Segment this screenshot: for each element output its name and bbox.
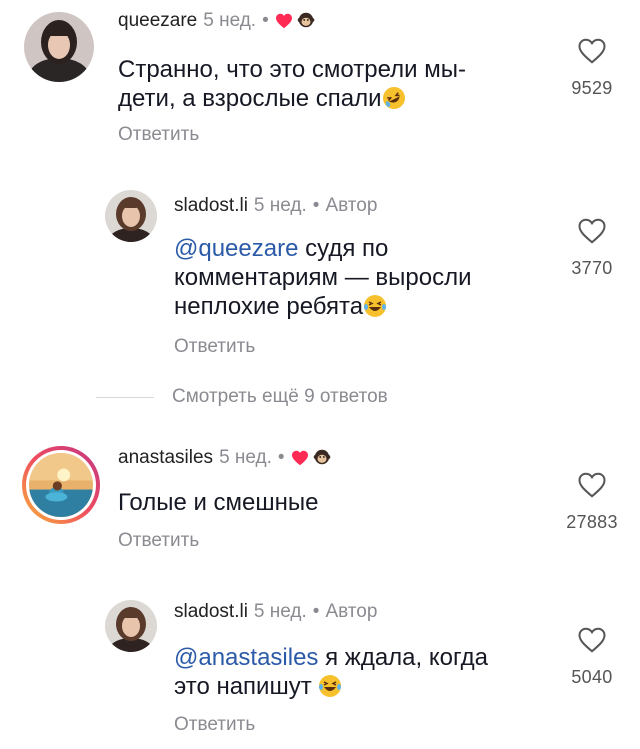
- like-control: 27883: [552, 471, 632, 533]
- heart-outline-icon[interactable]: [552, 217, 632, 250]
- comment-header: sladost.li 5 нед. • Автор: [174, 601, 377, 623]
- avatar: [26, 450, 96, 520]
- laughing-tears-emoji-icon: [363, 294, 387, 325]
- like-count: 5040: [571, 667, 613, 687]
- like-count: 9529: [571, 78, 613, 98]
- comment-text: Голые и смешные: [118, 489, 319, 516]
- separator-dot: •: [262, 10, 269, 31]
- timestamp: 5 нед.: [253, 601, 307, 622]
- comment-text: Странно, что это смотрели мы- дети, а вз…: [118, 55, 538, 117]
- author-badge: Автор: [325, 601, 378, 622]
- separator-dot: •: [312, 195, 320, 216]
- comment-text-line: @anastasiles я ждала, когда: [174, 643, 544, 672]
- comment-text-line-2: это напишут: [174, 673, 312, 700]
- separator-dot: •: [312, 601, 320, 622]
- separator-dot: •: [277, 447, 285, 468]
- avatar[interactable]: [105, 190, 157, 242]
- view-more-replies-button[interactable]: Смотреть ещё 9 ответов: [172, 386, 388, 408]
- comment-text-line: неплохие ребята: [174, 292, 544, 325]
- comment-text: @queezare судя по комментариям — выросли…: [174, 234, 544, 325]
- comment-text-line-3: неплохие ребята: [174, 293, 364, 320]
- heart-outline-icon[interactable]: [552, 626, 632, 659]
- heart-outline-icon[interactable]: [552, 471, 632, 504]
- avatar[interactable]: [24, 12, 94, 82]
- comment-text-line-1: я ждала, когда: [318, 644, 489, 671]
- rofl-emoji-icon: [382, 86, 406, 117]
- timestamp: 5 нед.: [203, 10, 257, 31]
- username[interactable]: sladost.li: [174, 195, 248, 216]
- comment-header: anastasiles 5 нед. •: [118, 447, 331, 472]
- author-badge: Автор: [325, 195, 378, 216]
- username[interactable]: queezare: [118, 10, 197, 31]
- heart-filled-icon: [275, 13, 293, 35]
- laughing-tears-emoji-icon: [318, 674, 342, 705]
- comment-header: sladost.li 5 нед. • Автор: [174, 195, 377, 217]
- like-control: 5040: [552, 626, 632, 688]
- reply-button[interactable]: Ответить: [118, 530, 199, 552]
- like-count: 27883: [566, 512, 618, 532]
- like-control: 3770: [552, 217, 632, 279]
- comment-text: @anastasiles я ждала, когда это напишут: [174, 643, 544, 705]
- like-count: 3770: [571, 258, 613, 278]
- comment-text-line-1: судя по: [298, 235, 389, 262]
- comment-text-line: это напишут: [174, 672, 544, 705]
- avatar[interactable]: [105, 600, 157, 652]
- heart-filled-icon: [291, 450, 309, 472]
- monkey-emoji-icon: [297, 11, 315, 35]
- story-ring[interactable]: [22, 446, 100, 524]
- timestamp: 5 нед.: [253, 195, 307, 216]
- reply-button[interactable]: Ответить: [174, 714, 255, 736]
- heart-outline-icon[interactable]: [552, 37, 632, 70]
- reply-button[interactable]: Ответить: [174, 336, 255, 358]
- comment-header: queezare 5 нед. •: [118, 10, 315, 35]
- mention-link[interactable]: @queezare: [174, 235, 298, 262]
- view-more-divider: [96, 397, 154, 398]
- like-control: 9529: [552, 37, 632, 99]
- username[interactable]: anastasiles: [118, 447, 213, 468]
- comment-text-line: дети, а взрослые спали: [118, 84, 538, 117]
- comment-text-line: @queezare судя по: [174, 234, 544, 263]
- comment-text-line: Странно, что это смотрели мы-: [118, 56, 466, 83]
- username[interactable]: sladost.li: [174, 601, 248, 622]
- reply-button[interactable]: Ответить: [118, 124, 199, 146]
- comment-text-line-2: дети, а взрослые спали: [118, 85, 382, 112]
- comment-text-line: комментариям — выросли: [174, 264, 472, 291]
- mention-link[interactable]: @anastasiles: [174, 644, 318, 671]
- timestamp: 5 нед.: [219, 447, 272, 468]
- monkey-emoji-icon: [313, 448, 331, 472]
